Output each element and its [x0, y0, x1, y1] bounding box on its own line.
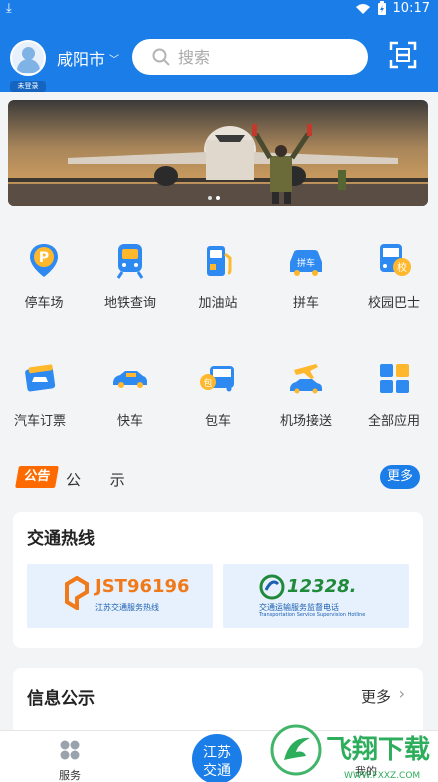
- hotline-subcaption: Transportation Service Supervision Hotli…: [259, 612, 366, 618]
- supervision-logo-icon: [259, 574, 285, 600]
- notice-more-button[interactable]: 更多: [380, 465, 420, 489]
- notice-text: 公 示: [66, 471, 137, 489]
- download-icon: ⤓: [6, 1, 12, 16]
- status-bar: ⤓ 10:17: [0, 0, 438, 20]
- service-label: 校园巴士: [367, 296, 420, 311]
- hotline-number: 12328.: [287, 576, 357, 597]
- service-label: 地铁查询: [103, 296, 156, 311]
- service-label: 机场接送: [279, 414, 332, 429]
- bus-ticket-icon: [25, 364, 56, 392]
- all-apps-icon: [380, 364, 409, 393]
- service-label: 汽车订票: [13, 414, 66, 429]
- hotline-caption: 江苏交通服务热线: [95, 603, 159, 612]
- info-more-link[interactable]: 更多: [361, 686, 391, 707]
- service-metro[interactable]: 地铁查询: [86, 240, 174, 311]
- login-status-badge[interactable]: 未登录: [10, 81, 46, 92]
- avatar[interactable]: [10, 40, 46, 76]
- service-label: 停车场: [24, 296, 64, 311]
- logo-line-2: 交通: [203, 763, 231, 779]
- notice-bar[interactable]: 公告 公 示 更多: [14, 462, 424, 494]
- gas-station-icon: [207, 246, 232, 276]
- carpool-icon: 拼车: [290, 250, 322, 276]
- svg-text:包: 包: [203, 377, 212, 389]
- search-icon: [152, 48, 170, 66]
- services-tab-icon: [60, 740, 80, 760]
- school-bus-icon: 校: [380, 244, 411, 276]
- scan-icon[interactable]: [389, 41, 417, 69]
- app-header: 未登录 咸阳市 ﹀: [0, 20, 438, 92]
- search-bar[interactable]: [132, 39, 368, 75]
- service-label: 拼车: [292, 296, 319, 311]
- wifi-icon: [355, 3, 370, 14]
- charter-bus-icon: 包: [200, 366, 234, 392]
- center-home-logo[interactable]: 江苏 交通: [190, 732, 244, 782]
- service-label: 包车: [204, 414, 231, 429]
- svg-text:校: 校: [397, 261, 407, 274]
- service-label: 加油站: [198, 296, 238, 311]
- airplane-banner-image: [8, 100, 428, 206]
- hotline-12328[interactable]: 12328. 交通运输服务监督电话 Transportation Service…: [223, 564, 409, 628]
- chevron-down-icon: ﹀: [109, 54, 120, 66]
- hotline-jst96196[interactable]: JST96196 江苏交通服务热线: [27, 564, 213, 628]
- clock: 10:17: [392, 1, 430, 16]
- city-label: 咸阳市: [57, 50, 106, 69]
- logo-line-1: 江苏: [203, 745, 231, 761]
- search-input[interactable]: [178, 47, 348, 67]
- airport-transfer-icon: [290, 364, 322, 394]
- watermark-text: 飞翔下载: [326, 735, 430, 765]
- metro-icon: [116, 244, 144, 279]
- city-selector[interactable]: 咸阳市 ﹀: [57, 46, 119, 70]
- service-gas-station[interactable]: 加油站: [174, 240, 262, 311]
- service-parking[interactable]: P 停车场: [0, 240, 88, 311]
- tab-services[interactable]: 服务: [30, 739, 110, 782]
- service-carpool[interactable]: 拼车 拼车: [262, 240, 350, 311]
- service-school-bus[interactable]: 校 校园巴士: [350, 240, 438, 311]
- battery-icon: [377, 1, 386, 15]
- watermark-logo: 飞翔下载 WWW.FXXZ.COM: [270, 724, 430, 781]
- service-charter-bus[interactable]: 包 包车: [174, 358, 262, 429]
- service-airport-transfer[interactable]: 机场接送: [262, 358, 350, 429]
- info-card-title: 信息公示: [27, 689, 95, 709]
- banner-carousel[interactable]: [8, 100, 428, 206]
- service-label: 全部应用: [367, 414, 420, 429]
- svg-text:WWW.FXXZ.COM: WWW.FXXZ.COM: [344, 771, 420, 781]
- express-car-icon: [113, 371, 147, 388]
- hotline-card-title: 交通热线: [27, 529, 95, 549]
- svg-text:拼车: 拼车: [297, 257, 315, 269]
- service-express-car[interactable]: 快车: [86, 358, 174, 429]
- service-bus-ticket[interactable]: 汽车订票: [0, 358, 84, 429]
- hotline-number: JST96196: [95, 576, 190, 597]
- chevron-right-icon[interactable]: ›: [399, 684, 405, 703]
- parking-icon: P: [30, 244, 58, 277]
- service-all-apps[interactable]: 全部应用: [350, 358, 438, 429]
- service-label: 快车: [116, 414, 143, 429]
- hotline-card: 交通热线 JST96196 江苏交通服务热线 12328. 交通运输服务监督电话…: [13, 512, 423, 648]
- tab-label: 服务: [59, 769, 81, 782]
- notice-tag: 公告: [15, 466, 59, 488]
- svg-text:P: P: [39, 250, 49, 266]
- jst-logo-icon: [65, 576, 89, 610]
